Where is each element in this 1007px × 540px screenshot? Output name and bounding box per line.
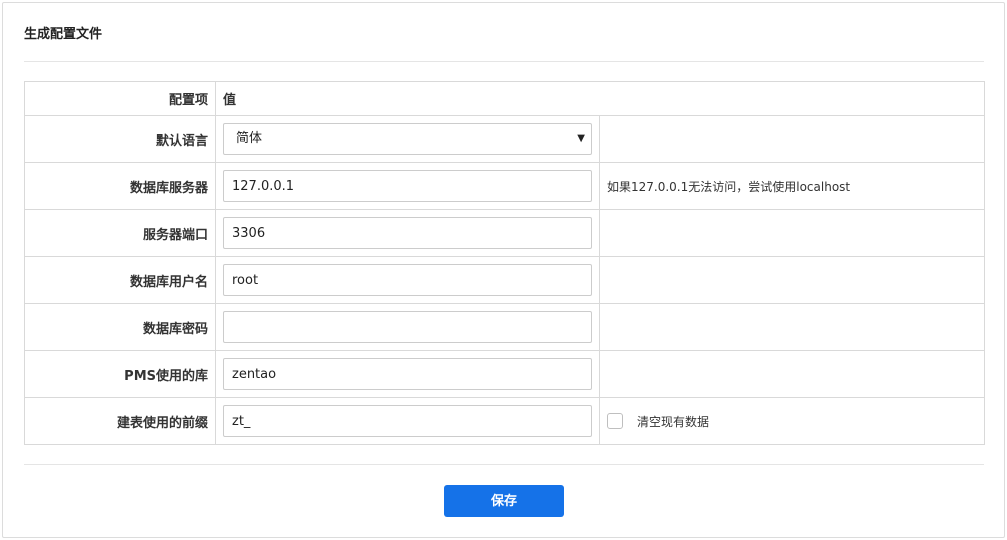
dbuser-extra-cell — [598, 256, 986, 304]
dbport-extra-cell — [598, 209, 986, 257]
clear-data-checkbox[interactable] — [607, 413, 623, 429]
dbport-cell — [215, 209, 600, 257]
caret-down-icon: ▼ — [577, 133, 585, 144]
dbpass-label: 数据库密码 — [24, 303, 216, 351]
dbname-label: PMS使用的库 — [24, 350, 216, 398]
dbhost-label: 数据库服务器 — [24, 162, 216, 210]
language-select[interactable]: 简体 ▼ — [223, 123, 592, 155]
table-row-dbname: PMS使用的库 — [24, 350, 986, 398]
lang-label: 默认语言 — [24, 115, 216, 163]
config-panel: 生成配置文件 配置项 值 默认语言 简体 ▼ 数据库服务器 如果127.0.0. — [2, 2, 1005, 538]
header-item: 配置项 — [24, 81, 216, 116]
dbhost-hint: 如果127.0.0.1无法访问，尝试使用localhost — [607, 179, 851, 194]
lang-extra-cell — [598, 115, 986, 163]
prefix-input[interactable] — [223, 405, 592, 437]
table-row-dbport: 服务器端口 — [24, 209, 986, 257]
title-divider — [24, 61, 984, 62]
dbpass-input[interactable] — [223, 311, 592, 343]
table-header-row: 配置项 值 — [24, 81, 986, 116]
dbuser-input[interactable] — [223, 264, 592, 296]
table-row-dbpass: 数据库密码 — [24, 303, 986, 351]
table-row-dbhost: 数据库服务器 如果127.0.0.1无法访问，尝试使用localhost — [24, 162, 986, 210]
dbuser-cell — [215, 256, 600, 304]
dbhost-cell — [215, 162, 600, 210]
table-row-prefix: 建表使用的前缀 清空现有数据 — [24, 397, 986, 445]
dbname-cell — [215, 350, 600, 398]
dbname-extra-cell — [598, 350, 986, 398]
dbpass-cell — [215, 303, 600, 351]
table-row-lang: 默认语言 简体 ▼ — [24, 115, 986, 163]
dbhost-hint-cell: 如果127.0.0.1无法访问，尝试使用localhost — [598, 162, 986, 210]
clear-data-option[interactable]: 清空现有数据 — [607, 413, 977, 430]
save-button[interactable]: 保存 — [444, 485, 564, 517]
dbport-input[interactable] — [223, 217, 592, 249]
dbpass-extra-cell — [598, 303, 986, 351]
config-table: 配置项 值 默认语言 简体 ▼ 数据库服务器 如果127.0.0.1无法访问，尝… — [24, 81, 986, 445]
dbname-input[interactable] — [223, 358, 592, 390]
dbport-label: 服务器端口 — [24, 209, 216, 257]
clear-data-label[interactable]: 清空现有数据 — [637, 413, 709, 430]
prefix-label: 建表使用的前缀 — [24, 397, 216, 445]
header-value: 值 — [214, 81, 986, 116]
language-select-value: 简体 — [236, 131, 263, 146]
dbuser-label: 数据库用户名 — [24, 256, 216, 304]
lang-cell: 简体 ▼ — [215, 115, 600, 163]
dbhost-input[interactable] — [223, 170, 592, 202]
actions-divider — [24, 464, 984, 465]
prefix-cell — [215, 397, 600, 445]
table-row-dbuser: 数据库用户名 — [24, 256, 986, 304]
prefix-option-cell: 清空现有数据 — [598, 397, 986, 445]
panel-title: 生成配置文件 — [24, 27, 103, 42]
